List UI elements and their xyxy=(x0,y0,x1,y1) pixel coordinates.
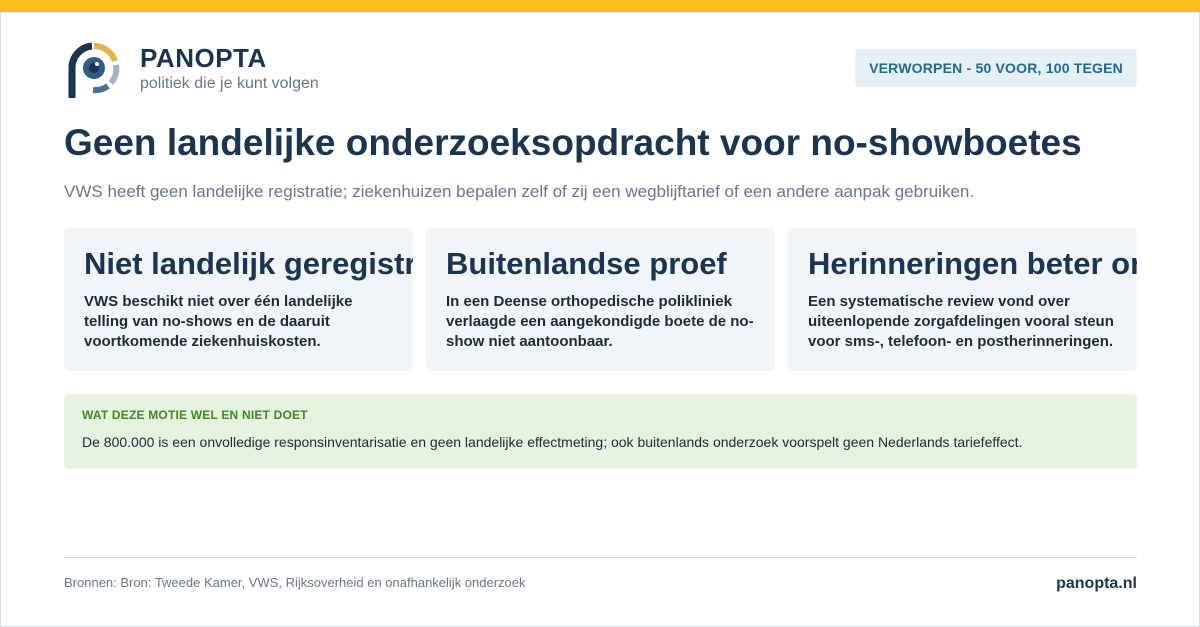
fact-card-body: VWS beschikt niet over één landelijke te… xyxy=(84,293,353,350)
eye-p-logo-icon xyxy=(68,42,120,98)
page-title: Geen landelijke onderzoeksopdracht voor … xyxy=(64,122,1082,163)
status-badge: VERWORPEN - 50 VOOR, 100 TEGEN xyxy=(855,49,1137,87)
motion-note: WAT DEZE MOTIE WEL EN NIET DOET De 800.0… xyxy=(64,394,1137,469)
page-subtitle: VWS heeft geen landelijke registratie; z… xyxy=(64,182,975,201)
accent-bar xyxy=(0,0,1200,12)
sources-text: Bronnen: Bron: Tweede Kamer, VWS, Rijkso… xyxy=(64,575,526,590)
fact-card-body: Een systematische review vond over uitee… xyxy=(808,293,1114,350)
motion-note-title: WAT DEZE MOTIE WEL EN NIET DOET xyxy=(82,408,308,422)
brand-name: PANOPTA xyxy=(140,43,267,73)
fact-card-heading: Herinneringen beter onderzocht xyxy=(808,246,1137,281)
fact-card-foreign-trial: Buitenlandse proef In een Deense orthope… xyxy=(426,228,775,371)
brand-tagline: politiek die je kunt volgen xyxy=(140,75,319,92)
site-domain: panopta.nl xyxy=(1056,575,1137,592)
fact-card-body: In een Deense orthopedische polikliniek … xyxy=(446,293,754,350)
motion-note-text: De 800.000 is een onvolledige responsinv… xyxy=(82,434,1023,450)
fact-card-heading: Niet landelijk geregistreerd xyxy=(84,246,413,281)
fact-card-registration: Niet landelijk geregistreerd VWS beschik… xyxy=(64,228,413,371)
fact-card-heading: Buitenlandse proef xyxy=(446,246,727,281)
footer-divider xyxy=(64,557,1137,558)
fact-card-reminders: Herinneringen beter onderzocht Een syste… xyxy=(788,228,1137,371)
fact-cards: Niet landelijk geregistreerd VWS beschik… xyxy=(64,228,1137,371)
